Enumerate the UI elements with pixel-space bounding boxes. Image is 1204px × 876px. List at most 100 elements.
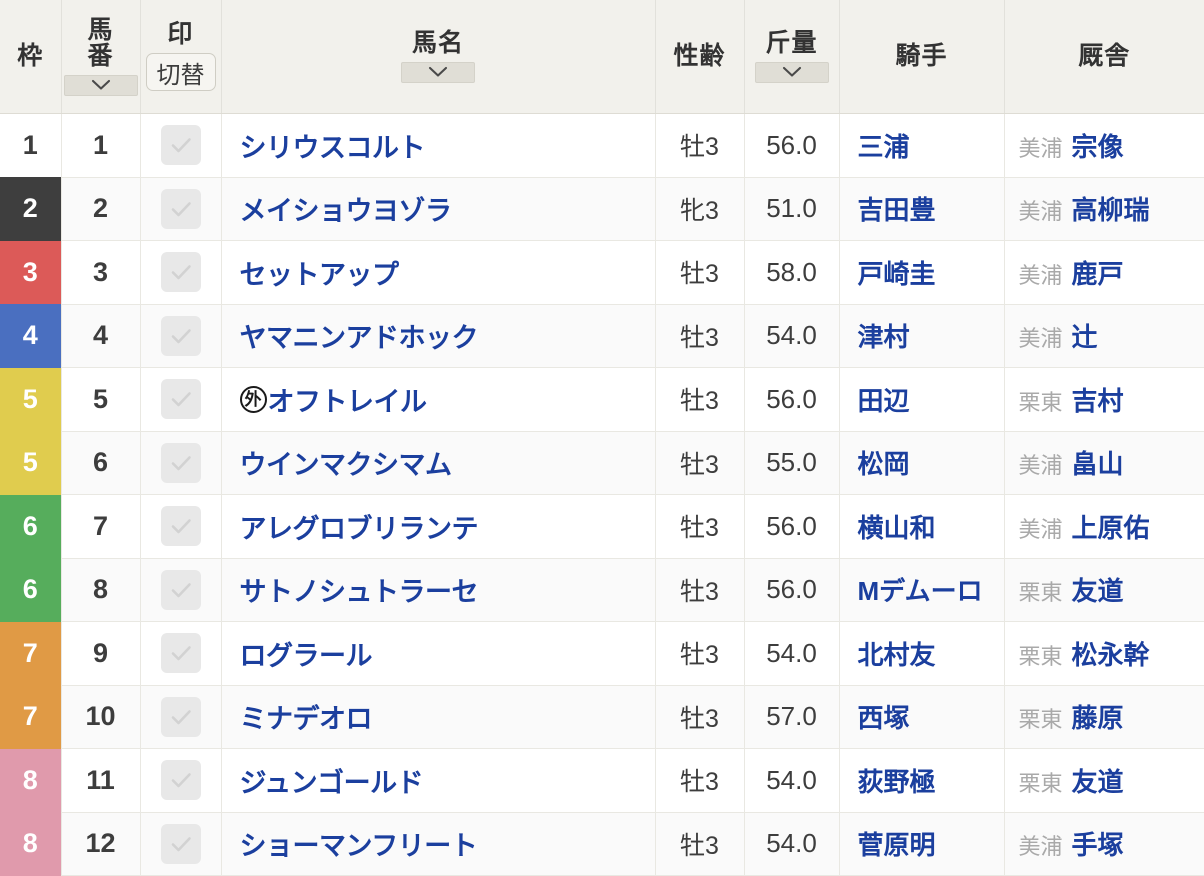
trainer-name-link[interactable]: 藤原 — [1072, 698, 1124, 735]
mark-checkbox[interactable] — [160, 506, 201, 547]
table-row[interactable]: 8 11 ジュンゴールド 牡3 54.0 荻野極 栗東 友道 — [0, 748, 1204, 813]
cell-kinryo: 57.0 — [744, 685, 840, 749]
mark-checkbox[interactable] — [160, 633, 201, 674]
mark-checkbox[interactable] — [160, 442, 201, 483]
mark-checkbox[interactable] — [160, 315, 201, 356]
jockey-name-link[interactable]: 津村 — [858, 322, 910, 352]
jockey-name-link[interactable]: 吉田豊 — [858, 195, 936, 225]
horse-name-link[interactable]: ショーマンフリート — [240, 824, 478, 863]
horse-name-link[interactable]: ヤマニンアドホック — [240, 316, 479, 355]
cell-bamei: ログラール — [221, 621, 656, 686]
cell-mark — [140, 558, 222, 622]
trainer-name-link[interactable]: 鹿戸 — [1072, 254, 1124, 291]
trainer-name-link[interactable]: 手塚 — [1072, 825, 1124, 862]
cell-mark — [140, 685, 222, 749]
jockey-name-link[interactable]: 松岡 — [858, 449, 910, 479]
check-icon — [168, 577, 194, 603]
cell-waku: 1 — [0, 113, 62, 177]
mark-checkbox[interactable] — [160, 379, 201, 420]
cell-mark — [140, 621, 222, 686]
jockey-name-link[interactable]: 菅原明 — [858, 830, 936, 860]
jockey-name-link[interactable]: 横山和 — [858, 513, 936, 543]
jockey-name-link[interactable]: 西塚 — [858, 703, 910, 733]
stable-region-label: 栗東 — [1018, 770, 1063, 796]
trainer-name-link[interactable]: 宗像 — [1072, 127, 1124, 164]
cell-bamei: ウインマクシマム — [221, 431, 656, 495]
horse-name-link[interactable]: ログラール — [240, 634, 373, 673]
horse-name-link[interactable]: ジュンゴールド — [240, 761, 424, 800]
table-row[interactable]: 7 10 ミナデオロ 牡3 57.0 西塚 栗東 藤原 — [0, 685, 1204, 749]
trainer-name-link[interactable]: 吉村 — [1072, 381, 1124, 418]
mark-checkbox[interactable] — [160, 188, 201, 229]
mark-checkbox[interactable] — [160, 823, 201, 864]
cell-waku: 7 — [0, 685, 62, 749]
horse-name-link[interactable]: ウインマクシマム — [240, 443, 453, 482]
column-header-kinryo: 斤量 — [744, 0, 840, 114]
table-row[interactable]: 6 7 アレグロブリランテ 牡3 56.0 横山和 美浦 上原佑 — [0, 494, 1204, 559]
sort-button-bamei[interactable] — [401, 61, 475, 83]
cell-mark — [140, 367, 222, 432]
table-row[interactable]: 5 6 ウインマクシマム 牡3 55.0 松岡 美浦 畠山 — [0, 431, 1204, 495]
jockey-name-link[interactable]: Mデムーロ — [858, 576, 983, 606]
cell-kinryo: 54.0 — [744, 621, 840, 686]
trainer-name-link[interactable]: 高柳瑞 — [1072, 190, 1150, 227]
sort-button-kinryo[interactable] — [754, 61, 829, 83]
cell-kyusha: 美浦辻 — [1004, 304, 1204, 368]
sort-button-umaban[interactable] — [63, 74, 138, 96]
stable-region-label: 美浦 — [1018, 834, 1063, 860]
trainer-name-link[interactable]: 友道 — [1072, 762, 1124, 799]
horse-name-link[interactable]: アレグロブリランテ — [240, 507, 479, 546]
table-row[interactable]: 5 5 外オフトレイル 牡3 56.0 田辺 栗東 吉村 — [0, 367, 1204, 432]
jockey-name-link[interactable]: 田辺 — [858, 386, 910, 416]
horse-name-link[interactable]: シリウスコルト — [240, 126, 426, 165]
table-row[interactable]: 8 12 ショーマンフリート 牡3 54.0 菅原明 美浦 手塚 — [0, 812, 1204, 876]
jockey-name-link[interactable]: 荻野極 — [858, 767, 936, 797]
jockey-name-link[interactable]: 三浦 — [858, 132, 910, 162]
cell-kyusha: 栗東 吉村 — [1004, 367, 1204, 432]
cell-waku: 8 — [0, 748, 62, 812]
cell-umaban: 9 — [61, 621, 141, 686]
jockey-name-link[interactable]: 北村友 — [858, 640, 936, 670]
cell-seirei: 牡3 — [655, 113, 745, 178]
mark-checkbox[interactable] — [160, 569, 201, 610]
cell-umaban: 12 — [61, 812, 141, 876]
trainer-name-link[interactable]: 友道 — [1072, 571, 1124, 608]
horse-name-link[interactable]: サトノシュトラーセ — [240, 570, 479, 609]
horse-name-link[interactable]: メイショウヨゾラ — [240, 189, 453, 228]
mark-checkbox[interactable] — [160, 252, 201, 293]
stable-region-label: 栗東 — [1018, 707, 1063, 733]
cell-kyusha: 美浦 畠山 — [1004, 431, 1204, 495]
cell-seirei: 牝3 — [655, 177, 745, 241]
horse-name-link[interactable]: セットアップ — [240, 253, 400, 292]
trainer-name-link[interactable]: 上原佑 — [1072, 508, 1150, 545]
cell-mark — [140, 240, 222, 305]
column-header-label-bamei: 馬名 — [411, 28, 464, 57]
mark-checkbox[interactable] — [160, 696, 201, 737]
table-row[interactable]: 1 1 シリウスコルト 牡3 56.0 三浦 美浦 宗像 — [0, 113, 1204, 178]
check-icon — [168, 640, 194, 666]
cell-umaban: 4 — [61, 304, 141, 368]
trainer-name-link[interactable]: 松永幹 — [1072, 635, 1150, 672]
table-row[interactable]: 3 3 セットアップ 牡3 58.0 戸崎圭 美浦 鹿戸 — [0, 240, 1204, 305]
mark-checkbox[interactable] — [160, 760, 201, 801]
jockey-name-link[interactable]: 戸崎圭 — [858, 259, 936, 289]
check-icon — [168, 767, 194, 793]
table-row[interactable]: 7 9 ログラール 牡3 54.0 北村友 栗東 松永幹 — [0, 621, 1204, 686]
table-row[interactable]: 6 8 サトノシュトラーセ 牡3 56.0 Mデムーロ 栗東 友道 — [0, 558, 1204, 622]
cell-kinryo: 56.0 — [744, 367, 840, 432]
cell-mark — [140, 494, 222, 559]
horse-name-link[interactable]: ミナデオロ — [240, 697, 373, 736]
trainer-name-link[interactable]: 畠山 — [1072, 444, 1124, 481]
cell-umaban: 6 — [61, 431, 141, 495]
cell-seirei: 牡3 — [655, 558, 745, 622]
cell-umaban: 11 — [61, 748, 141, 813]
trainer-name-link[interactable]: 辻 — [1072, 317, 1098, 354]
check-icon — [168, 196, 194, 222]
mark-toggle-button[interactable]: 切替 — [145, 53, 216, 92]
table-row[interactable]: 2 2 メイショウヨゾラ 牝3 51.0 吉田豊 美浦 高柳瑞 — [0, 177, 1204, 241]
mark-checkbox[interactable] — [160, 125, 201, 165]
cell-kyusha: 美浦 宗像 — [1004, 113, 1204, 178]
horse-name-link[interactable]: オフトレイル — [268, 380, 428, 419]
cell-waku: 6 — [0, 494, 62, 558]
table-row[interactable]: 4 4 ヤマニンアドホック 牡3 54.0 津村 美浦辻 — [0, 304, 1204, 368]
